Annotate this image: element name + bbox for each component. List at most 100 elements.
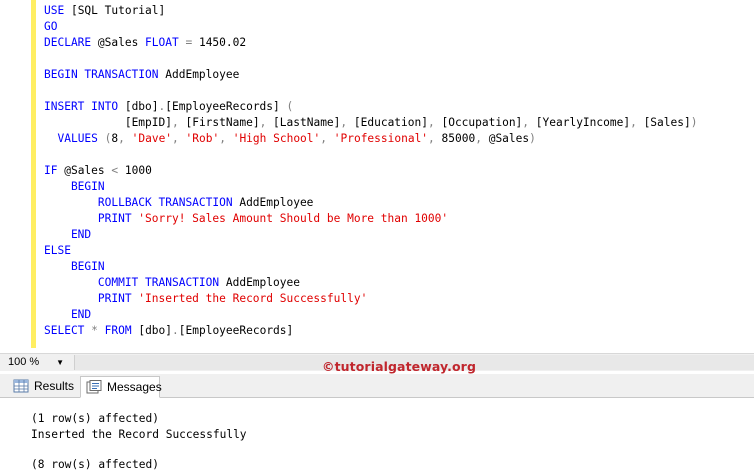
code-token: AddEmployee bbox=[225, 276, 300, 289]
code-token: 'Dave' bbox=[131, 132, 173, 145]
code-token: END bbox=[44, 228, 92, 241]
code-token: GO bbox=[44, 20, 58, 33]
message-line: (8 row(s) affected) bbox=[31, 458, 159, 471]
tab-messages-label: Messages bbox=[107, 380, 162, 394]
code-token: @Sales bbox=[64, 164, 112, 177]
code-line: END bbox=[44, 227, 91, 243]
code-token: ( bbox=[286, 100, 294, 113]
code-token: , bbox=[475, 132, 489, 145]
code-token: , bbox=[320, 132, 334, 145]
code-line: BEGIN bbox=[44, 179, 105, 195]
code-token: BEGIN bbox=[44, 260, 105, 273]
code-token: 'High School' bbox=[232, 132, 321, 145]
code-token: USE bbox=[44, 4, 71, 17]
code-token: FLOAT bbox=[145, 36, 186, 49]
zoom-value: 100 % bbox=[8, 356, 40, 368]
code-token: [Occupation] bbox=[441, 116, 523, 129]
code-token: [EmployeeRecords] bbox=[178, 324, 294, 337]
code-token: 'Inserted the Record Successfully' bbox=[138, 292, 368, 305]
code-token: * bbox=[91, 324, 105, 337]
code-token: [Sales] bbox=[643, 116, 691, 129]
chevron-down-icon: ▼ bbox=[56, 358, 64, 367]
code-token: 1450.02 bbox=[198, 36, 247, 49]
code-line: ELSE bbox=[44, 243, 71, 259]
code-line: [EmpID], [FirstName], [LastName], [Educa… bbox=[44, 115, 698, 131]
code-token: PRINT bbox=[44, 292, 139, 305]
message-line: Inserted the Record Successfully bbox=[31, 428, 247, 441]
code-token: [dbo] bbox=[124, 100, 159, 113]
code-token: [FirstName] bbox=[185, 116, 260, 129]
code-line: BEGIN bbox=[44, 259, 105, 275]
code-token: ELSE bbox=[44, 244, 71, 257]
tab-results[interactable]: Results bbox=[8, 376, 78, 398]
zoom-dropdown[interactable]: 100 % ▼ bbox=[3, 355, 67, 370]
results-tabs: Results Messages bbox=[0, 374, 754, 398]
code-line: DECLARE @Sales FLOAT = 1450.02 bbox=[44, 35, 246, 51]
code-line: VALUES (8, 'Dave', 'Rob', 'High School',… bbox=[44, 131, 536, 147]
code-token: SELECT bbox=[44, 324, 92, 337]
code-token: VALUES bbox=[57, 132, 105, 145]
code-line: USE [SQL Tutorial] bbox=[44, 3, 165, 19]
code-line: ROLLBACK TRANSACTION AddEmployee bbox=[44, 195, 314, 211]
code-token: IF bbox=[44, 164, 65, 177]
code-token: , bbox=[522, 116, 536, 129]
code-line: IF @Sales < 1000 bbox=[44, 163, 152, 179]
code-token: BEGIN TRANSACTION bbox=[44, 68, 166, 81]
code-token: [EmployeeRecords] bbox=[165, 100, 287, 113]
tab-messages[interactable]: Messages bbox=[80, 376, 162, 398]
code-token: , bbox=[172, 132, 186, 145]
code-token: PRINT bbox=[44, 212, 139, 225]
code-token: , bbox=[630, 116, 644, 129]
code-line: PRINT 'Inserted the Record Successfully' bbox=[44, 291, 367, 307]
code-token: BEGIN bbox=[44, 180, 105, 193]
code-token: < bbox=[111, 164, 125, 177]
grid-icon bbox=[13, 379, 29, 393]
code-token: AddEmployee bbox=[239, 196, 314, 209]
code-line: END bbox=[44, 307, 91, 323]
code-token: . bbox=[172, 324, 179, 337]
code-token: @Sales bbox=[97, 36, 146, 49]
code-token: , bbox=[171, 116, 186, 129]
code-line: PRINT 'Sorry! Sales Amount Should be Mor… bbox=[44, 211, 448, 227]
sql-editor[interactable]: USE [SQL Tutorial] GO DECLARE @Sales FLOAT… bbox=[0, 0, 754, 353]
code-line: INSERT INTO [dbo].[EmployeeRecords] ( bbox=[44, 99, 293, 115]
change-tracking-bar bbox=[31, 0, 36, 348]
code-token: , bbox=[118, 132, 132, 145]
code-token: COMMIT TRANSACTION bbox=[44, 276, 226, 289]
code-token: [EmpID] bbox=[124, 116, 172, 129]
code-token: INSERT INTO bbox=[44, 100, 125, 113]
code-token: FROM bbox=[104, 324, 139, 337]
messages-pane[interactable]: (1 row(s) affected) Inserted the Record … bbox=[0, 398, 754, 474]
code-token: , bbox=[428, 132, 442, 145]
code-token: DECLARE bbox=[44, 36, 98, 49]
code-token: = bbox=[185, 36, 199, 49]
code-token: 1000 bbox=[124, 164, 152, 177]
code-token: [LastName] bbox=[273, 116, 341, 129]
code-line: SELECT * FROM [dbo].[EmployeeRecords] bbox=[44, 323, 293, 339]
code-token: [YearlyIncome] bbox=[535, 116, 631, 129]
tab-results-label: Results bbox=[34, 379, 75, 393]
code-token: ROLLBACK TRANSACTION bbox=[44, 196, 240, 209]
code-token: @Sales bbox=[488, 132, 530, 145]
editor-margin bbox=[0, 0, 30, 353]
code-line: BEGIN TRANSACTION AddEmployee bbox=[44, 67, 239, 83]
code-token: , bbox=[340, 116, 354, 129]
code-token: 'Rob' bbox=[185, 132, 220, 145]
code-token: 'Professional' bbox=[333, 132, 429, 145]
code-line: COMMIT TRANSACTION AddEmployee bbox=[44, 275, 300, 291]
code-token: 'Sorry! Sales Amount Should be More than… bbox=[138, 212, 449, 225]
code-token: [dbo] bbox=[138, 324, 173, 337]
message-line: (1 row(s) affected) bbox=[31, 412, 159, 425]
code-token: , bbox=[259, 116, 274, 129]
code-token: AddEmployee bbox=[165, 68, 240, 81]
code-line: GO bbox=[44, 19, 57, 35]
code-token: [Education] bbox=[353, 116, 428, 129]
code-token: 85000 bbox=[441, 132, 476, 145]
code-token: ) bbox=[690, 116, 698, 129]
code-token: ) bbox=[529, 132, 536, 145]
code-token: [SQL Tutorial] bbox=[70, 4, 166, 17]
code-token: , bbox=[427, 116, 442, 129]
message-icon bbox=[86, 380, 102, 394]
